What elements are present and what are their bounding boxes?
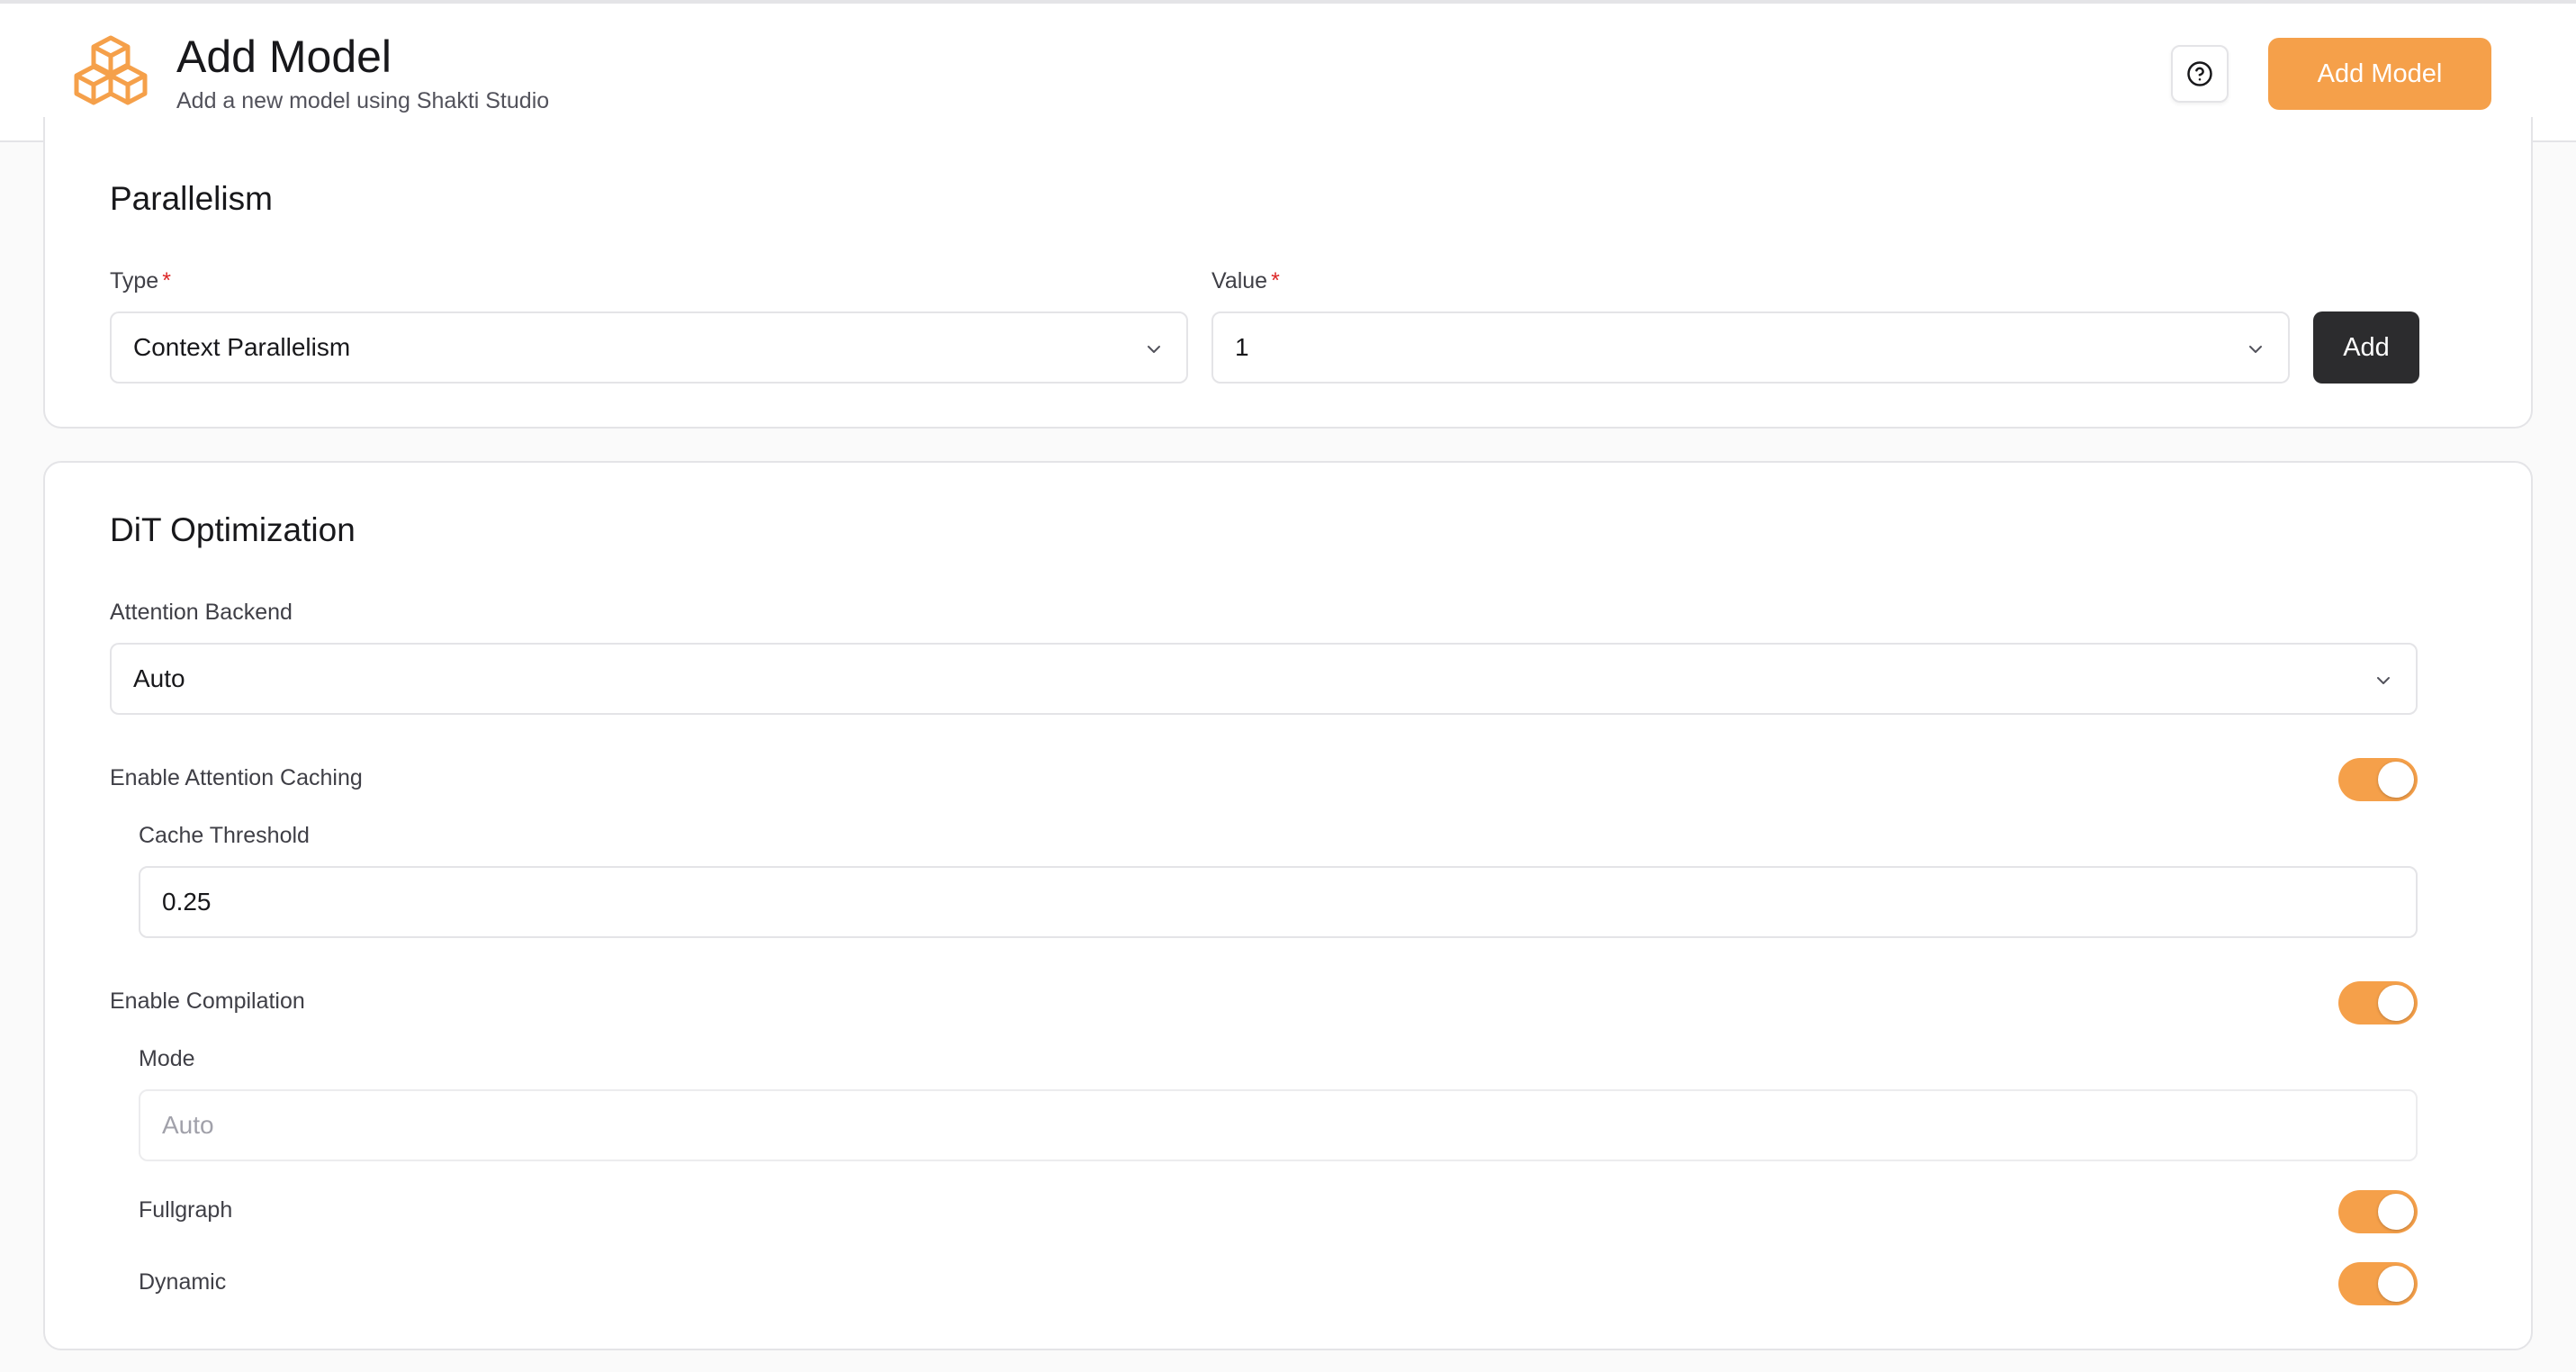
dit-optimization-card: DiT Optimization Attention Backend Auto … [43,461,2533,1350]
mode-input[interactable]: Auto [139,1089,2418,1161]
toggle-knob [2378,762,2414,798]
help-button[interactable] [2171,45,2229,103]
mode-label: Mode [139,1046,195,1071]
required-mark: * [1271,268,1280,293]
dit-optimization-title: DiT Optimization [110,511,356,548]
help-circle-icon [2187,61,2212,86]
add-parallelism-button[interactable]: Add [2313,311,2419,384]
type-select-value: Context Parallelism [133,333,351,361]
value-select[interactable]: 1 [1211,311,2290,384]
chevron-down-icon [1148,346,1160,353]
chevron-down-icon [2249,346,2262,353]
type-label-text: Type [110,268,159,293]
required-mark: * [162,268,171,293]
cubes-logo-icon [74,35,148,105]
value-select-value: 1 [1235,333,1249,361]
attention-backend-select[interactable]: Auto [110,643,2418,715]
attention-caching-toggle[interactable] [2338,758,2418,801]
compilation-label: Enable Compilation [110,988,305,1014]
attention-backend-value: Auto [133,664,185,692]
page-subtitle: Add a new model using Shakti Studio [176,88,550,113]
chevron-down-icon [2377,677,2390,684]
cache-threshold-label: Cache Threshold [139,823,310,848]
mode-placeholder: Auto [162,1111,214,1139]
fullgraph-label: Fullgraph [139,1197,233,1223]
attention-backend-label: Attention Backend [110,600,293,625]
page-title: Add Model [176,32,392,82]
toggle-knob [2378,1194,2414,1230]
dynamic-toggle[interactable] [2338,1262,2418,1305]
parallelism-title: Parallelism [110,180,273,217]
type-label: Type * [110,268,171,294]
toggle-knob [2378,1266,2414,1302]
compilation-toggle[interactable] [2338,981,2418,1024]
value-label: Value * [1211,268,1280,294]
type-select[interactable]: Context Parallelism [110,311,1188,384]
parallelism-card: Parallelism Type * Context Parallelism Va… [43,117,2533,429]
fullgraph-toggle[interactable] [2338,1190,2418,1233]
dynamic-label: Dynamic [139,1269,227,1295]
toggle-knob [2378,985,2414,1021]
add-model-button[interactable]: Add Model [2268,38,2491,110]
attention-caching-label: Enable Attention Caching [110,765,363,790]
cache-threshold-input[interactable]: 0.25 [139,866,2418,938]
cache-threshold-value: 0.25 [162,888,212,916]
value-label-text: Value [1211,268,1268,293]
